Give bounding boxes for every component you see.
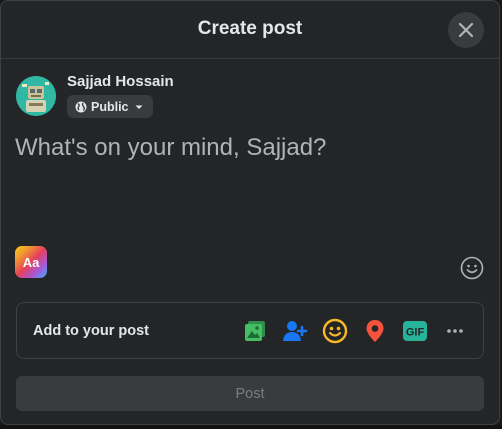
close-icon [458,22,474,38]
more-options-button[interactable] [441,317,469,345]
more-icon [447,329,463,333]
user-name[interactable]: Sajjad Hossain [67,73,174,90]
add-to-post-label: Add to your post [33,323,149,339]
close-button[interactable] [448,12,484,48]
privacy-label: Public [91,99,129,114]
globe-icon [75,101,87,112]
text-style-label: Aa [22,254,40,270]
location-pin-icon [366,320,384,342]
post-text-input[interactable]: What's on your mind, Sajjad? [15,134,485,162]
gif-icon: GIF [403,321,427,341]
tag-people-icon [283,321,308,341]
photo-video-button[interactable] [241,317,269,345]
background-strip [0,425,502,429]
smiley-icon [322,318,348,344]
gif-button[interactable]: GIF [401,317,429,345]
tag-people-button[interactable] [281,317,309,345]
feeling-activity-button[interactable] [321,317,349,345]
photo-icon [245,321,265,341]
avatar-image [16,76,56,116]
add-to-post-bar: Add to your post GIF [16,302,484,359]
dialog-title: Create post [197,18,303,39]
post-button[interactable]: Post [16,376,484,411]
gif-label: GIF [406,327,425,339]
privacy-selector[interactable]: Public [67,95,153,118]
emoji-picker-button[interactable] [460,256,484,280]
create-post-dialog: Create post Sajjad Hossain Public What's… [0,0,500,425]
smiley-outline-icon [460,256,484,280]
check-in-button[interactable] [361,317,389,345]
dialog-header: Create post [1,1,499,59]
caret-down-icon [135,105,143,109]
avatar[interactable] [16,76,56,116]
text-background-button[interactable]: Aa [15,246,47,278]
